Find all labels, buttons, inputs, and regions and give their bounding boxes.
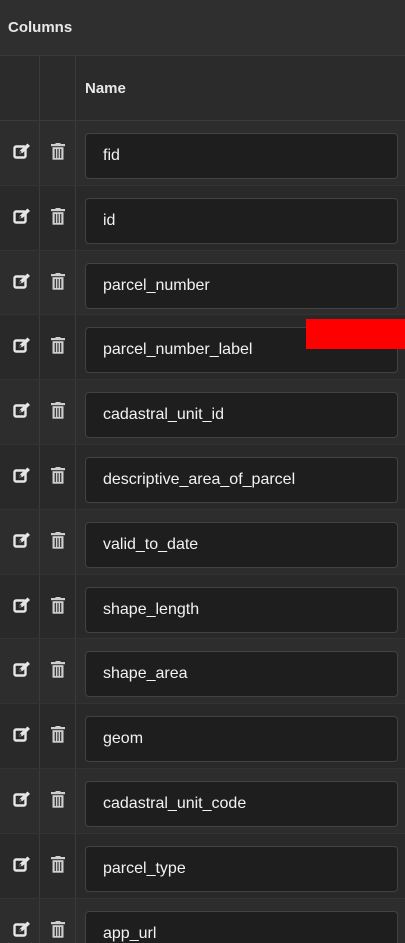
header-delete-column <box>40 56 76 120</box>
trash-icon[interactable] <box>50 790 65 833</box>
column-name-field[interactable]: shape_length <box>85 586 398 633</box>
edit-icon[interactable] <box>12 726 31 768</box>
trash-icon[interactable] <box>50 337 65 379</box>
edit-icon[interactable] <box>12 661 31 703</box>
column-name-field[interactable]: cadastral_unit_code <box>85 780 398 827</box>
table-row: shape_length <box>0 574 405 640</box>
table-row: shape_area <box>0 639 405 705</box>
edit-icon[interactable] <box>12 467 31 509</box>
trash-icon[interactable] <box>50 143 65 185</box>
edit-icon[interactable] <box>12 208 31 250</box>
table-row: fid <box>0 121 405 186</box>
column-name-field[interactable]: parcel_number <box>85 262 398 309</box>
trash-icon[interactable] <box>50 855 65 898</box>
trash-icon[interactable] <box>50 402 65 444</box>
table-row: app_url <box>0 898 405 943</box>
redaction-block <box>306 319 405 349</box>
column-name-field[interactable]: app_url <box>85 910 398 943</box>
table-row: parcel_type <box>0 833 405 899</box>
column-name-field[interactable]: fid <box>85 133 398 179</box>
trash-icon[interactable] <box>50 726 65 768</box>
column-name-field[interactable]: descriptive_area_of_parcel <box>85 456 398 503</box>
panel-title: Columns <box>0 0 405 56</box>
trash-icon[interactable] <box>50 272 65 315</box>
edit-icon[interactable] <box>12 402 31 444</box>
column-name-field[interactable]: valid_to_date <box>85 521 398 568</box>
table-row: descriptive_area_of_parcel <box>0 444 405 510</box>
edit-icon[interactable] <box>12 856 31 898</box>
trash-icon[interactable] <box>50 466 65 509</box>
columns-panel: Columns Name fid id parcel_number parcel… <box>0 0 405 943</box>
table-row: parcel_number <box>0 250 405 316</box>
edit-icon[interactable] <box>12 921 31 943</box>
edit-icon[interactable] <box>12 273 31 315</box>
columns-list: fid id parcel_number parcel_number_label… <box>0 121 405 943</box>
edit-icon[interactable] <box>12 597 31 639</box>
table-row: id <box>0 185 405 251</box>
column-name-field[interactable]: id <box>85 197 398 244</box>
column-name-field[interactable]: parcel_type <box>85 845 398 892</box>
table-row: cadastral_unit_code <box>0 768 405 834</box>
table-header-row: Name <box>0 56 405 121</box>
trash-icon[interactable] <box>50 207 65 250</box>
trash-icon[interactable] <box>50 531 65 574</box>
trash-icon[interactable] <box>50 661 65 703</box>
column-name-field[interactable]: cadastral_unit_id <box>85 392 398 439</box>
edit-icon[interactable] <box>12 337 31 379</box>
header-edit-column <box>0 56 40 120</box>
table-row: valid_to_date <box>0 509 405 575</box>
edit-icon[interactable] <box>12 532 31 574</box>
trash-icon[interactable] <box>50 920 65 943</box>
name-column-header: Name <box>85 79 126 97</box>
column-name-field[interactable]: shape_area <box>85 651 398 698</box>
column-name-field[interactable]: geom <box>85 716 398 763</box>
table-row: geom <box>0 704 405 769</box>
edit-icon[interactable] <box>12 143 31 185</box>
trash-icon[interactable] <box>50 596 65 639</box>
edit-icon[interactable] <box>12 791 31 833</box>
table-row: cadastral_unit_id <box>0 380 405 445</box>
